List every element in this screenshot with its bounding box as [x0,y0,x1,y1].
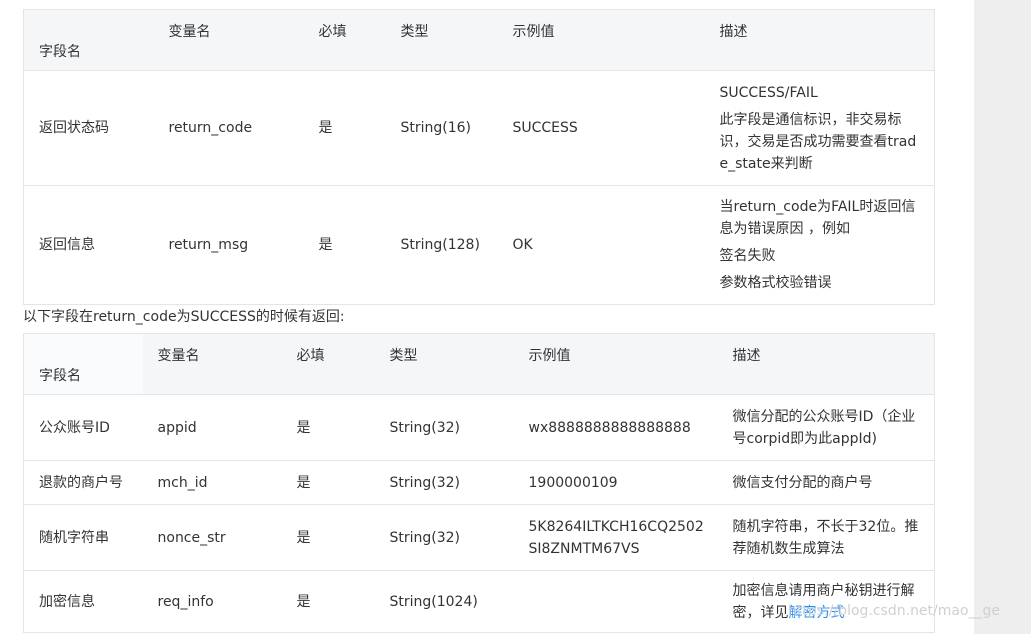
table-row: 加密信息 req_info 是 String(1024) 加密信息请用商户秘钥进… [23,570,935,633]
header-var-name: 变量名 [153,9,304,71]
success-fields-note: 以下字段在return_code为SUCCESS的时候有返回: [23,309,345,325]
field-name: 返回信息 [39,237,95,253]
header-example: 示例值 [497,9,705,71]
type-value: String(32) [389,474,461,491]
header-type: 类型 [374,333,514,395]
var-name: return_msg [168,237,249,253]
example-value: 5K8264ILTKCH16CQ2502SI8ZNMTM67VS [528,518,704,557]
field-name: 加密信息 [39,593,95,610]
field-name: 返回状态码 [39,120,109,136]
table-row: 返回信息 return_msg 是 String(128) OK 当return… [23,185,935,305]
example-value: wx8888888888888888 [528,419,691,436]
type-value: String(32) [389,529,461,546]
success-params-table: 字段名 变量名 必填 类型 示例值 描述 公众账号ID appid 是 Stri… [23,333,935,633]
response-params-table: 字段名 变量名 必填 类型 示例值 描述 返回状态码 return_code 是… [23,9,935,305]
header-required: 必填 [303,9,386,71]
table-header-row: 字段名 变量名 必填 类型 示例值 描述 [23,333,935,395]
table-row: 返回状态码 return_code 是 String(16) SUCCESS S… [23,70,935,186]
table-header-row: 字段名 变量名 必填 类型 示例值 描述 [23,9,935,71]
type-value: String(1024) [389,593,478,610]
header-field-name: 字段名 [23,333,143,395]
type-value: String(32) [389,419,461,436]
var-name: return_code [168,120,253,136]
required-value: 是 [296,419,311,436]
description: 当return_code为FAIL时返回信息为错误原因 ，例如 签名失败 参数格… [719,199,916,291]
header-description: 描述 [717,333,935,395]
required-value: 是 [296,474,311,491]
header-var-name: 变量名 [142,333,282,395]
field-name: 随机字符串 [39,529,109,546]
field-name: 退款的商户号 [39,474,123,491]
var-name: appid [157,419,197,436]
required-value: 是 [318,120,333,136]
table-row: 退款的商户号 mch_id 是 String(32) 1900000109 微信… [23,460,935,505]
header-type: 类型 [385,9,498,71]
example-value: 1900000109 [528,474,618,491]
description: 微信支付分配的商户号 [732,474,873,491]
table-row: 公众账号ID appid 是 String(32) wx888888888888… [23,394,935,461]
blog-watermark: https://blog.csdn.net/mao__ge [788,603,1001,619]
required-value: 是 [296,593,311,610]
table-row: 随机字符串 nonce_str 是 String(32) 5K8264ILTKC… [23,504,935,571]
example-value: OK [512,237,533,253]
description: 随机字符串，不长于32位。推荐随机数生成算法 [732,518,919,557]
page-gutter [974,0,1031,634]
var-name: mch_id [157,474,208,491]
description: 微信分配的公众账号ID（企业号corpid即为此appId) [732,408,916,447]
field-name: 公众账号ID [39,419,110,436]
type-value: String(128) [400,237,480,253]
var-name: nonce_str [157,529,226,546]
header-required: 必填 [281,333,375,395]
header-example: 示例值 [513,333,718,395]
header-field-name: 字段名 [23,9,154,71]
var-name: req_info [157,593,214,610]
type-value: String(16) [400,120,472,136]
example-value: SUCCESS [512,120,578,136]
required-value: 是 [318,237,333,253]
required-value: 是 [296,529,311,546]
header-description: 描述 [704,9,935,71]
description: SUCCESS/FAIL 此字段是通信标识，非交易标识，交易是否成功需要查看tr… [719,84,917,172]
